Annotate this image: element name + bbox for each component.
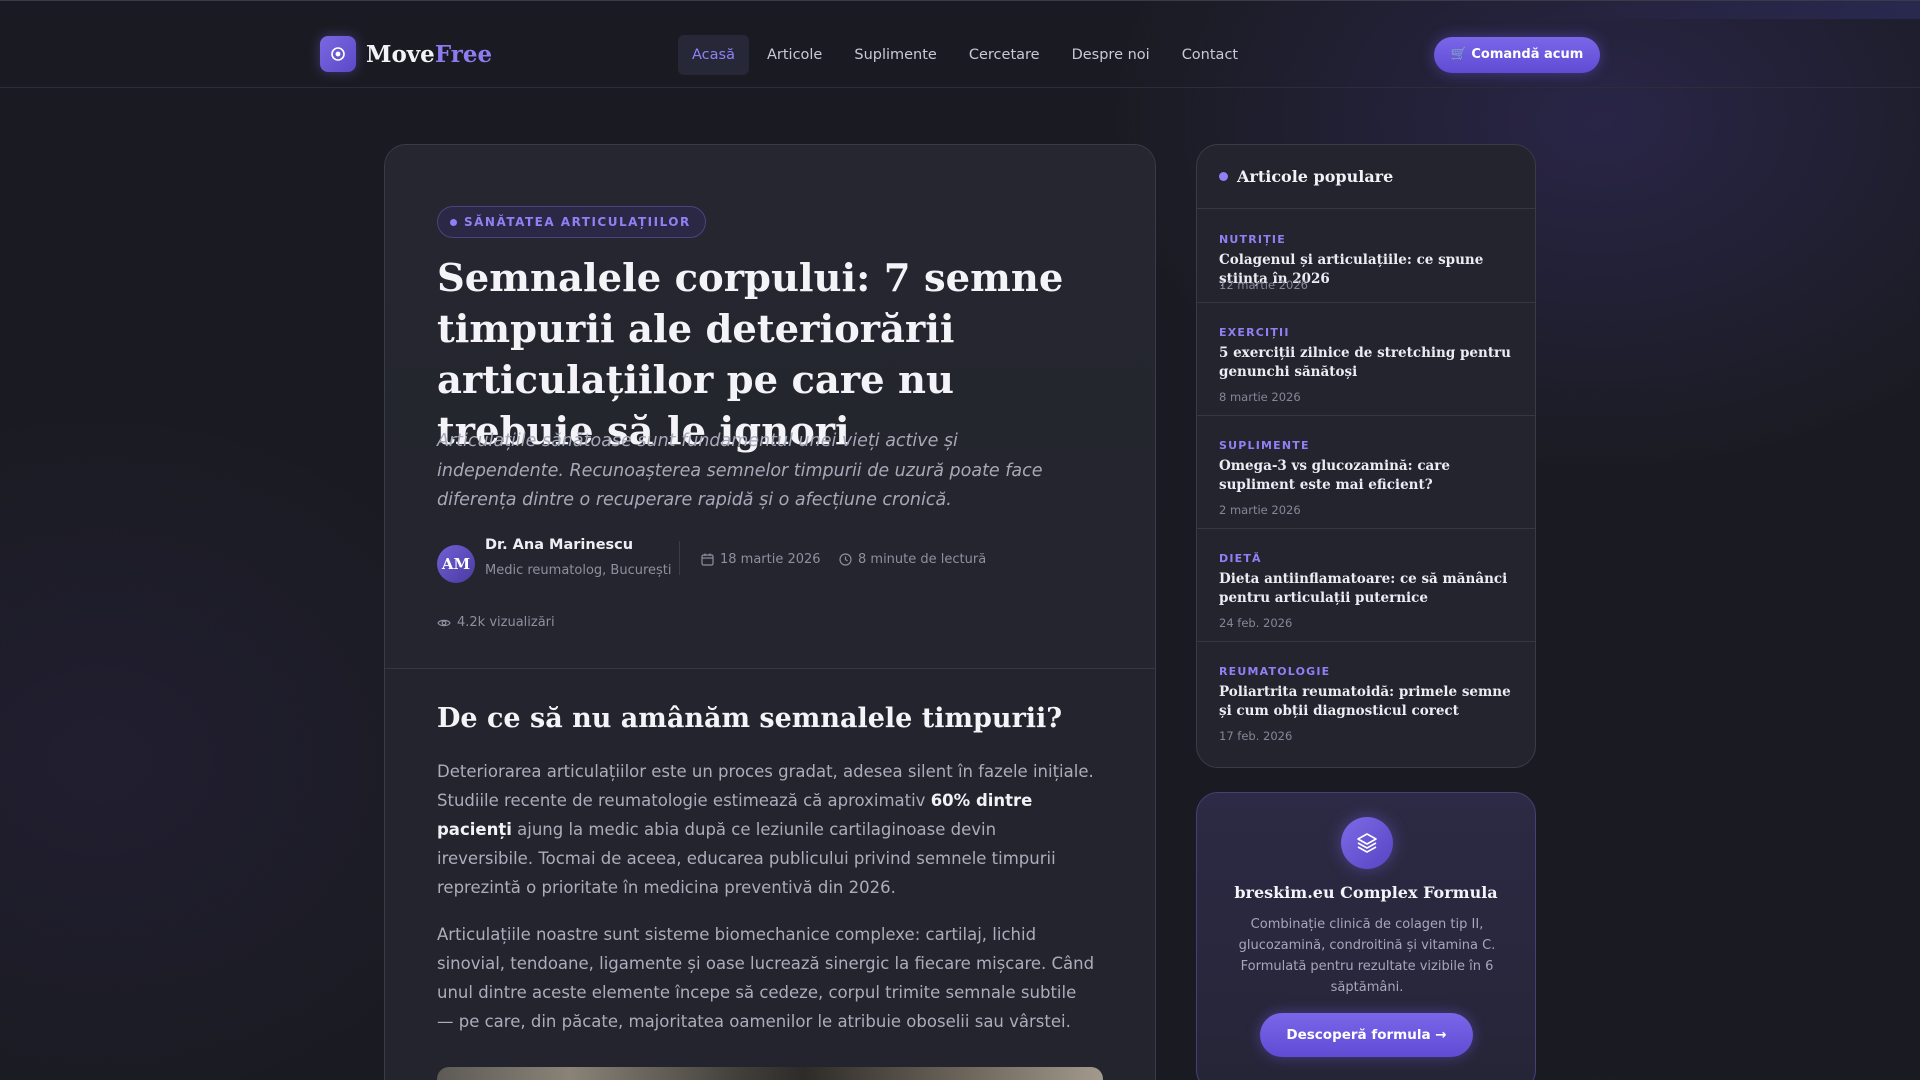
popular-heading: Articole populare [1237, 167, 1394, 186]
logo-text: MoveFree [366, 41, 492, 68]
view-count: 4.2k vizualizări [437, 615, 555, 630]
article-header: SĂNĂTATEA ARTICULAȚIILOR Semnalele corpu… [385, 145, 1155, 669]
popular-item-title: Dieta antiinflamatoare: ce să mănânci pe… [1219, 571, 1508, 606]
article-subtitle: Articulațiile sănătoase sunt fundamentul… [437, 431, 1043, 510]
meta-divider [679, 541, 680, 575]
badge-dot [450, 218, 457, 226]
discover-formula-button[interactable]: Descoperă formula → [1260, 1013, 1473, 1057]
order-now-button[interactable]: 🛒 Comandă acum [1434, 37, 1600, 73]
popular-item[interactable]: SUPLIMENTE Omega-3 vs glucozamină: care … [1197, 416, 1535, 529]
article-card: SĂNĂTATEA ARTICULAȚIILOR Semnalele corpu… [384, 144, 1156, 1080]
section-heading: De ce să nu amânăm semnalele timpurii? [437, 703, 1063, 734]
promo-title: breskim.eu Complex Formula [1234, 883, 1498, 902]
site-header: MoveFree Acasă Articole Suplimente Cerce… [0, 0, 1920, 88]
popular-dot [1219, 172, 1228, 181]
popular-header: Articole populare [1197, 145, 1535, 209]
nav-item-articole[interactable]: Articole [753, 35, 836, 75]
site-logo[interactable]: MoveFree [320, 36, 492, 72]
nav-item-contact[interactable]: Contact [1168, 35, 1252, 75]
article-paragraph-1: Deteriorarea articulațiilor este un proc… [437, 757, 1097, 902]
popular-item-title: Poliartrita reumatoidă: primele semne și… [1219, 684, 1511, 719]
logo-text-move: Move [366, 40, 435, 68]
popular-item-date: 17 feb. 2026 [1219, 729, 1293, 743]
author-avatar[interactable]: AM [437, 545, 475, 583]
publish-date: 18 martie 2026 [701, 552, 821, 567]
clock-icon [839, 553, 852, 566]
nav-item-suplimente[interactable]: Suplimente [840, 35, 951, 75]
popular-item-title: Omega-3 vs glucozamină: care supliment e… [1219, 458, 1451, 493]
popular-item-title: 5 exerciții zilnice de stretching pentru… [1219, 345, 1511, 380]
popular-item[interactable]: REUMATOLOGIE Poliartrita reumatoidă: pri… [1197, 642, 1535, 767]
category-badge[interactable]: SĂNĂTATEA ARTICULAȚIILOR [437, 206, 706, 238]
product-promo-card: breskim.eu Complex Formula Combinație cl… [1196, 792, 1536, 1080]
popular-item-date: 24 feb. 2026 [1219, 616, 1293, 630]
promo-description: Combinație clinică de colagen tip II, gl… [1238, 917, 1496, 995]
author-name[interactable]: Dr. Ana Marinescu [485, 537, 633, 553]
popular-item[interactable]: EXERCIȚII 5 exerciții zilnice de stretch… [1197, 303, 1535, 416]
view-count-text: 4.2k vizualizări [457, 615, 555, 630]
popular-item[interactable]: DIETĂ Dieta antiinflamatoare: ce să mănâ… [1197, 529, 1535, 642]
popular-item-category: SUPLIMENTE [1219, 439, 1310, 452]
popular-item-category: EXERCIȚII [1219, 326, 1290, 339]
popular-item-date: 8 martie 2026 [1219, 390, 1301, 404]
popular-item-category: REUMATOLOGIE [1219, 665, 1331, 678]
logo-text-free: Free [434, 40, 493, 68]
popular-item-date: 12 martie 2026 [1219, 278, 1308, 292]
logo-icon [320, 36, 356, 72]
nav-item-cercetare[interactable]: Cercetare [955, 35, 1054, 75]
eye-icon [437, 619, 451, 626]
category-label: SĂNĂTATEA ARTICULAȚIILOR [464, 215, 691, 229]
popular-item-date: 2 martie 2026 [1219, 503, 1301, 517]
paragraph-1-text-b: ajung la medic abia după ce leziunile ca… [437, 820, 1056, 897]
author-row: AM Dr. Ana Marinescu Medic reumatolog, B… [437, 537, 1117, 589]
publish-date-text: 18 martie 2026 [720, 552, 821, 567]
nav-item-despre-noi[interactable]: Despre noi [1058, 35, 1164, 75]
nav-item-acasa[interactable]: Acasă [678, 35, 749, 75]
read-time-text: 8 minute de lectură [858, 552, 987, 567]
popular-articles-card: Articole populare NUTRIȚIE Colagenul și … [1196, 144, 1536, 768]
header-glow [1560, 1, 1920, 19]
popular-item[interactable]: NUTRIȚIE Colagenul și articulațiile: ce … [1197, 209, 1535, 303]
author-role: Medic reumatolog, București [485, 563, 672, 578]
popular-item-category: NUTRIȚIE [1219, 233, 1286, 246]
article-image [437, 1067, 1103, 1080]
read-time: 8 minute de lectură [839, 552, 986, 567]
article-paragraph-2: Articulațiile noastre sunt sisteme biome… [437, 925, 1095, 1031]
popular-item-category: DIETĂ [1219, 552, 1262, 565]
main-nav: Acasă Articole Suplimente Cercetare Desp… [678, 35, 1256, 75]
calendar-icon [701, 553, 714, 566]
layers-icon [1341, 817, 1393, 869]
